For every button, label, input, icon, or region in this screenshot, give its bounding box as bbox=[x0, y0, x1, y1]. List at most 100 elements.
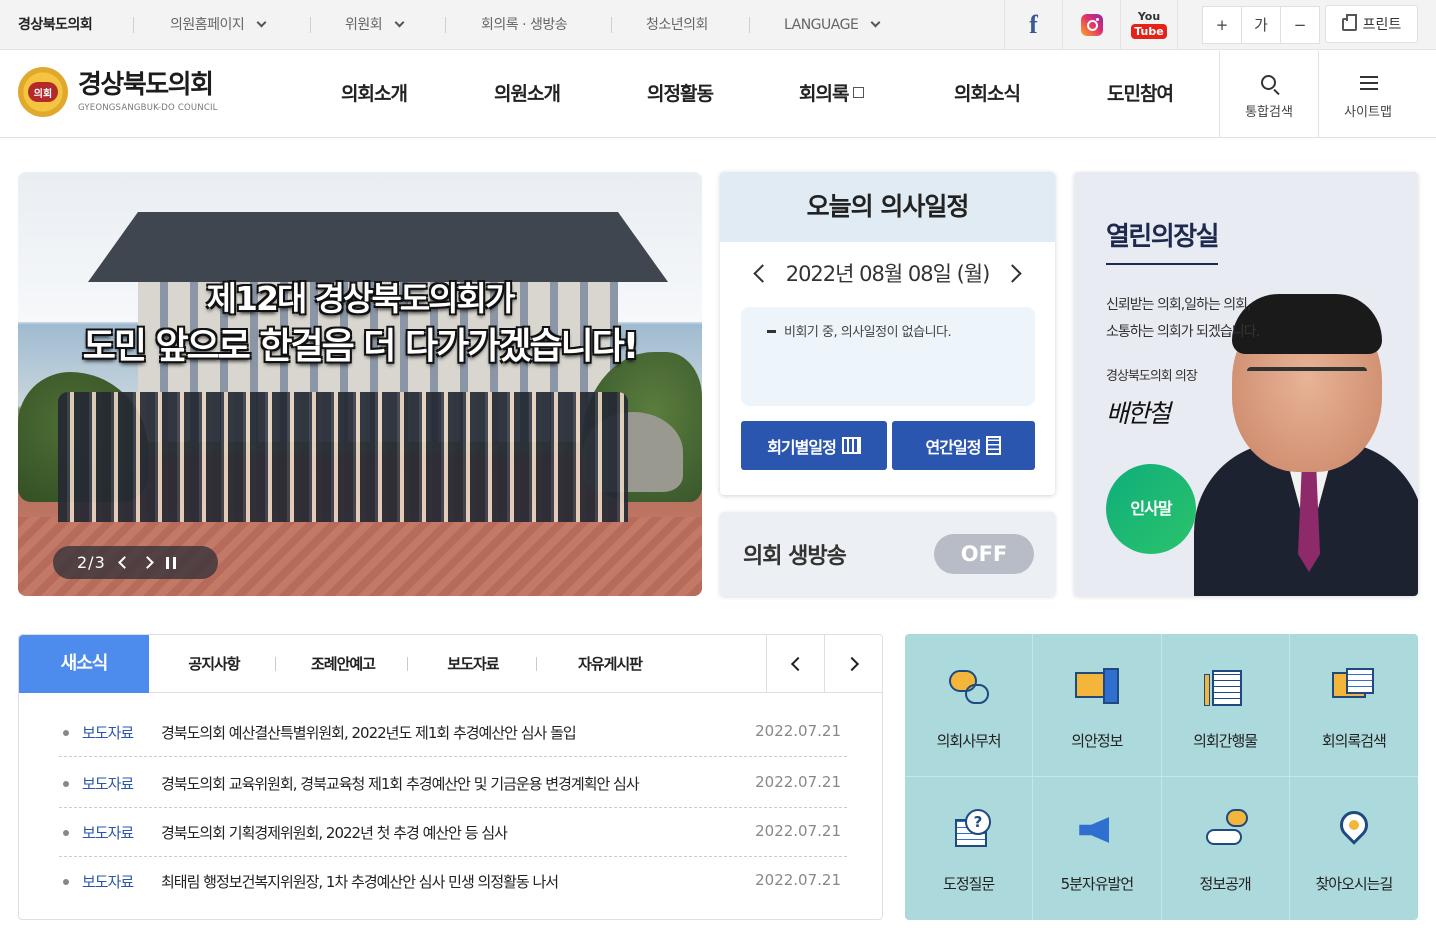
nav-members[interactable]: 의원소개 bbox=[494, 51, 561, 137]
slider-controls: 2/3 bbox=[53, 546, 218, 579]
chevron-left-icon[interactable] bbox=[117, 556, 131, 569]
news-title: 경북도의회 기획경제위원회, 2022년 첫 추경 예산안 등 심사 bbox=[161, 824, 508, 842]
quick-secretariat[interactable]: 의회사무처 bbox=[905, 634, 1034, 777]
session-schedule-button[interactable]: 회기별일정 bbox=[741, 421, 887, 470]
speaker-message: 신뢰받는 의회,일하는 의회, 소통하는 의회가 되겠습니다. bbox=[1106, 292, 1260, 346]
font-size-reset-button[interactable]: 가 bbox=[1241, 6, 1281, 44]
quick-minutes-search[interactable]: 회의록검색 bbox=[1289, 634, 1418, 777]
sitemap-button[interactable]: 사이트맵 bbox=[1318, 51, 1417, 137]
quick-menu: 의회사무처 의안정보 의회간행물 회의록검색 ? 도정질문 5분자유발언 정보공… bbox=[905, 634, 1418, 920]
tab-ordinance-notice[interactable]: 조례안예고 bbox=[291, 635, 395, 693]
main-visual-slider[interactable]: 제12대 경상북도의회가 도민 앞으로 한걸음 더 다가가겠습니다! 2/3 bbox=[18, 172, 702, 596]
quick-label: 의회사무처 bbox=[936, 732, 1002, 750]
clipboard-icon bbox=[986, 436, 1002, 455]
news-date: 2022.07.21 bbox=[755, 722, 841, 740]
news-list-item[interactable]: 보도자료 경북도의회 예산결산특별위원회, 2022년도 제1회 추경예산안 심… bbox=[59, 708, 847, 757]
committee-dropdown[interactable]: 위원회 bbox=[345, 0, 405, 50]
news-category: 보도자료 bbox=[82, 775, 134, 793]
chevron-right-icon[interactable] bbox=[140, 556, 154, 569]
tab-notices[interactable]: 공지사항 bbox=[164, 635, 264, 693]
quick-label: 의안정보 bbox=[1071, 732, 1123, 750]
live-broadcast-label: 의회 생방송 bbox=[743, 544, 847, 569]
today-schedule-panel: 오늘의 의사일정 2022년 08월 08일 (월) 비회기 중, 의사일정이 … bbox=[720, 172, 1055, 495]
print-button[interactable]: 프린트 bbox=[1325, 5, 1418, 43]
news-category: 보도자료 bbox=[82, 824, 134, 842]
schedule-content: 비회기 중, 의사일정이 없습니다. bbox=[741, 307, 1035, 406]
nav-council-intro[interactable]: 의회소개 bbox=[341, 51, 408, 137]
nav-minutes[interactable]: 회의록 bbox=[799, 51, 865, 137]
news-tabs: 새소식 공지사항 조례안예고 보도자료 자유게시판 bbox=[19, 635, 882, 693]
tab-news[interactable]: 새소식 bbox=[19, 635, 149, 693]
facebook-icon: f bbox=[1029, 10, 1038, 39]
tab-press-releases[interactable]: 보도자료 bbox=[421, 635, 525, 693]
quick-label: 의회간행물 bbox=[1193, 732, 1258, 750]
quick-directions[interactable]: 찾아오시는길 bbox=[1290, 777, 1418, 920]
quick-label: 회의록검색 bbox=[1321, 732, 1387, 750]
quick-label: 정보공개 bbox=[1199, 875, 1252, 893]
instagram-link[interactable] bbox=[1062, 0, 1120, 50]
nav-minutes-label: 회의록 bbox=[799, 83, 849, 105]
utility-home-link[interactable]: 경상북도의회 bbox=[18, 0, 93, 50]
language-dropdown[interactable]: LANGUAGE bbox=[784, 0, 881, 50]
bullet-icon bbox=[63, 830, 69, 836]
monitor-books-icon bbox=[1073, 666, 1121, 712]
news-list-item[interactable]: 보도자료 경북도의회 교육위원회, 경북교육청 제1회 추경예산안 및 기금운용… bbox=[59, 759, 847, 808]
news-date: 2022.07.21 bbox=[755, 871, 841, 889]
live-broadcast-panel: 의회 생방송 OFF bbox=[720, 512, 1055, 596]
question-doc-icon: ? bbox=[945, 809, 993, 855]
greeting-button[interactable]: 인사말 bbox=[1106, 464, 1196, 554]
printer-icon bbox=[1341, 13, 1357, 31]
facebook-link[interactable]: f bbox=[1004, 0, 1062, 50]
youtube-link[interactable]: You Tube bbox=[1120, 0, 1178, 50]
search-label: 통합검색 bbox=[1245, 105, 1293, 120]
hero-caption-line1: 제12대 경상북도의회가 bbox=[206, 279, 516, 318]
minutes-broadcast-link[interactable]: 회의록 · 생방송 bbox=[481, 0, 568, 50]
member-homepage-dropdown[interactable]: 의원홈페이지 bbox=[170, 0, 267, 50]
external-link-icon bbox=[853, 87, 865, 98]
quick-info-disclosure[interactable]: 정보공개 bbox=[1162, 777, 1290, 920]
quick-publications[interactable]: 의회간행물 bbox=[1161, 634, 1290, 777]
quick-five-minute-speech[interactable]: 5분자유발언 bbox=[1033, 777, 1162, 920]
quick-label: 도정질문 bbox=[943, 875, 995, 893]
hero-caption-line2: 도민 앞으로 한걸음 더 다가가겠습니다! bbox=[82, 326, 639, 367]
font-size-increase-button[interactable]: + bbox=[1202, 6, 1242, 44]
logo-subtitle: GYEONGSANGBUK-DO COUNCIL bbox=[78, 103, 218, 113]
news-date: 2022.07.21 bbox=[755, 822, 841, 840]
speaker-message-line1: 신뢰받는 의회,일하는 의회, bbox=[1106, 297, 1251, 313]
quick-bill-info[interactable]: 의안정보 bbox=[1033, 634, 1162, 777]
nav-news[interactable]: 의회소식 bbox=[954, 51, 1021, 137]
font-size-decrease-button[interactable]: − bbox=[1280, 6, 1320, 44]
news-title: 최태림 행정보건복지위원장, 1차 추경예산안 심사 민생 의정활동 나서 bbox=[161, 873, 559, 891]
nav-participation[interactable]: 도민참여 bbox=[1107, 51, 1174, 137]
speaker-message-line2: 소통하는 의회가 되겠습니다. bbox=[1106, 324, 1260, 340]
quick-policy-question[interactable]: ? 도정질문 bbox=[905, 777, 1034, 920]
chevron-down-icon bbox=[870, 17, 881, 28]
live-status-toggle[interactable]: OFF bbox=[934, 534, 1034, 574]
tabs-next-button[interactable] bbox=[824, 635, 882, 693]
annual-schedule-button[interactable]: 연간일정 bbox=[892, 421, 1035, 470]
open-speaker-office-panel: 열린의장실 신뢰받는 의회,일하는 의회, 소통하는 의회가 되겠습니다. 경상… bbox=[1074, 172, 1418, 596]
youth-council-link[interactable]: 청소년의회 bbox=[646, 0, 708, 50]
utility-bar: 경상북도의회 의원홈페이지 위원회 회의록 · 생방송 청소년의회 LANGUA… bbox=[0, 0, 1436, 50]
location-pin-icon bbox=[1330, 805, 1378, 855]
news-list-item[interactable]: 보도자료 최태림 행정보건복지위원장, 1차 추경예산안 심사 민생 의정활동 … bbox=[59, 857, 847, 906]
annual-schedule-label: 연간일정 bbox=[925, 437, 982, 457]
divider bbox=[749, 17, 750, 33]
news-title: 경북도의회 예산결산특별위원회, 2022년도 제1회 추경예산안 심사 돌입 bbox=[161, 724, 577, 742]
nav-activities[interactable]: 의정활동 bbox=[647, 51, 714, 137]
news-category: 보도자료 bbox=[82, 724, 134, 742]
news-list-item[interactable]: 보도자료 경북도의회 기획경제위원회, 2022년 첫 추경 예산안 등 심사 … bbox=[59, 808, 847, 857]
pause-icon[interactable] bbox=[165, 556, 176, 569]
tabs-prev-button[interactable] bbox=[766, 635, 824, 693]
schedule-title: 오늘의 의사일정 bbox=[720, 172, 1055, 242]
tab-free-board[interactable]: 자유게시판 bbox=[553, 635, 667, 693]
divider bbox=[310, 17, 311, 33]
calendar-icon bbox=[841, 437, 861, 454]
quick-label: 5분자유발언 bbox=[1060, 875, 1135, 893]
bullet-icon bbox=[63, 730, 69, 736]
integrated-search-button[interactable]: 통합검색 bbox=[1219, 51, 1318, 137]
dropdown-label: LANGUAGE bbox=[784, 17, 859, 33]
news-title: 경북도의회 교육위원회, 경북교육청 제1회 추경예산안 및 기금운용 변경계획… bbox=[161, 775, 640, 793]
chevron-down-icon bbox=[394, 17, 405, 28]
site-logo[interactable]: 의회 경상북도의회 GYEONGSANGBUK-DO COUNCIL bbox=[18, 67, 218, 117]
